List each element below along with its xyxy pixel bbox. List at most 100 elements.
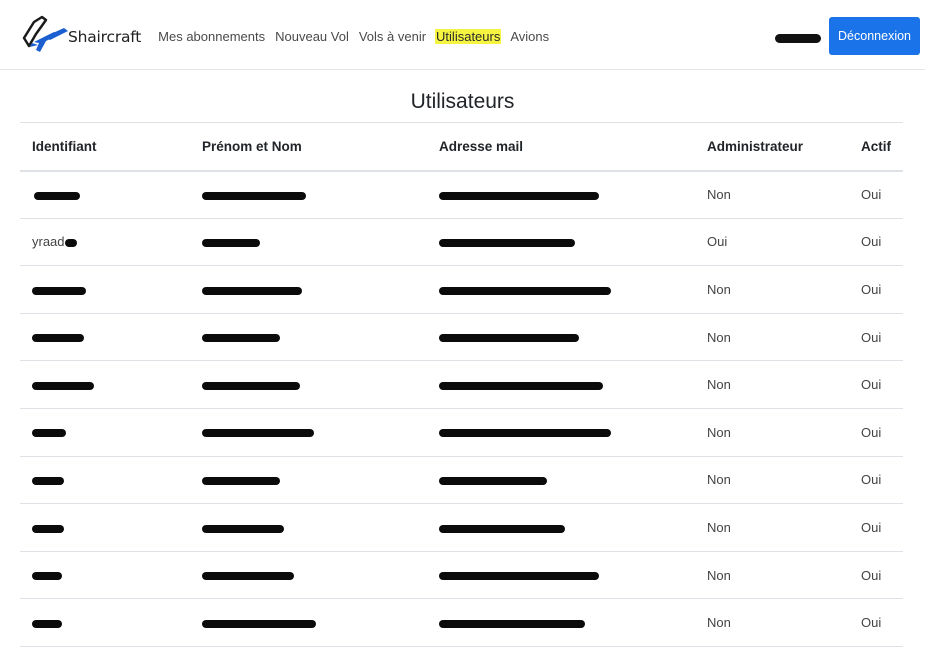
nav-links: Mes abonnements Nouveau Vol Vols à venir… xyxy=(157,29,558,44)
cell-identifiant xyxy=(20,503,190,552)
redaction-mark xyxy=(202,476,280,485)
nav-link-utilisateurs[interactable]: Utilisateurs xyxy=(435,29,502,44)
top-navbar: Shaircraft Mes abonnements Nouveau Vol V… xyxy=(0,0,925,70)
cell-name-link[interactable] xyxy=(190,456,427,505)
cell-email xyxy=(427,456,695,505)
redaction-mark xyxy=(202,334,280,343)
cell-email xyxy=(427,313,695,362)
cell-identifiant xyxy=(20,265,190,314)
cell-email xyxy=(427,408,695,457)
cell-name-link[interactable] xyxy=(190,598,427,647)
table-row: Non Oui xyxy=(20,170,903,219)
cell-email xyxy=(427,170,695,219)
cell-name-link[interactable] xyxy=(190,551,427,600)
brand-name: Shaircraft xyxy=(68,27,142,46)
brand[interactable]: Shaircraft xyxy=(20,0,141,70)
cell-name-link[interactable] xyxy=(190,218,427,267)
cell-active: Oui xyxy=(849,313,903,362)
header-actif: Actif xyxy=(849,122,903,172)
cell-name-link[interactable] xyxy=(190,408,427,457)
redacted-username xyxy=(775,33,822,43)
table-row: Non Oui xyxy=(20,503,903,552)
cell-admin: Non xyxy=(695,551,849,600)
cell-active: Oui xyxy=(849,503,903,552)
airplane-logo-icon xyxy=(20,12,72,58)
cell-name-link[interactable] xyxy=(190,360,427,409)
cell-identifiant xyxy=(20,408,190,457)
redaction-mark xyxy=(439,619,585,628)
table-body: Non Oui yraad Oui Oui Non Oui Non Oui No… xyxy=(20,170,903,647)
redaction-mark xyxy=(439,286,611,295)
redaction-mark xyxy=(439,524,565,533)
cell-admin: Non xyxy=(695,456,849,505)
table-row: yraad Oui Oui xyxy=(20,218,903,267)
redaction-mark xyxy=(202,619,316,628)
table-row: Non Oui xyxy=(20,408,903,457)
cell-identifiant: yraad xyxy=(20,218,190,267)
navbar-right: Déconnexion xyxy=(775,17,920,55)
redaction-mark xyxy=(34,191,80,200)
cell-identifiant xyxy=(20,456,190,505)
redaction-mark xyxy=(202,429,314,438)
cell-active: Oui xyxy=(849,598,903,647)
cell-admin: Non xyxy=(695,360,849,409)
cell-admin: Non xyxy=(695,265,849,314)
redaction-mark xyxy=(32,476,64,485)
redaction-mark xyxy=(439,191,599,200)
cell-identifiant xyxy=(20,360,190,409)
redaction-mark xyxy=(202,381,300,390)
cell-identifiant xyxy=(20,170,190,219)
cell-name-link[interactable] xyxy=(190,313,427,362)
cell-admin: Non xyxy=(695,598,849,647)
redaction-mark xyxy=(439,238,575,247)
redaction-mark xyxy=(32,429,66,438)
cell-active: Oui xyxy=(849,218,903,267)
redaction-mark xyxy=(439,572,599,581)
redaction-mark xyxy=(202,238,260,247)
cell-email xyxy=(427,598,695,647)
cell-admin: Non xyxy=(695,503,849,552)
cell-name-link[interactable] xyxy=(190,170,427,219)
logout-button[interactable]: Déconnexion xyxy=(829,17,920,55)
table-row: Non Oui xyxy=(20,551,903,600)
cell-name-link[interactable] xyxy=(190,265,427,314)
redaction-mark xyxy=(202,191,306,200)
cell-identifiant xyxy=(20,551,190,600)
table-header-row: Identifiant Prénom et Nom Adresse mail A… xyxy=(20,122,903,172)
cell-identifiant xyxy=(20,313,190,362)
cell-admin: Non xyxy=(695,170,849,219)
nav-link-nouveau-vol[interactable]: Nouveau Vol xyxy=(274,29,350,44)
header-adresse-mail: Adresse mail xyxy=(427,122,695,172)
redaction-mark xyxy=(439,381,603,390)
redaction-mark xyxy=(32,619,62,628)
page-title: Utilisateurs xyxy=(410,90,515,113)
redaction-mark xyxy=(202,286,302,295)
redaction-mark xyxy=(439,429,611,438)
cell-email xyxy=(427,265,695,314)
nav-link-vols-a-venir[interactable]: Vols à venir xyxy=(358,29,427,44)
nav-link-mes-abonnements[interactable]: Mes abonnements xyxy=(157,29,266,44)
table-row: Non Oui xyxy=(20,265,903,314)
cell-active: Oui xyxy=(849,265,903,314)
cell-active: Oui xyxy=(849,551,903,600)
nav-link-avions[interactable]: Avions xyxy=(509,29,550,44)
redaction-mark xyxy=(439,334,579,343)
cell-email xyxy=(427,503,695,552)
header-administrateur: Administrateur xyxy=(695,122,849,172)
table-row: Non Oui xyxy=(20,313,903,362)
cell-email xyxy=(427,218,695,267)
redaction-mark xyxy=(32,334,84,343)
cell-email xyxy=(427,551,695,600)
cell-admin: Non xyxy=(695,313,849,362)
redaction-mark xyxy=(439,476,547,485)
table-row: Non Oui xyxy=(20,456,903,505)
cell-name-link[interactable] xyxy=(190,503,427,552)
redaction-mark xyxy=(64,238,77,247)
redaction-mark xyxy=(202,572,294,581)
header-identifiant: Identifiant xyxy=(20,122,190,172)
cell-admin: Non xyxy=(695,408,849,457)
redaction-mark xyxy=(32,572,62,581)
cell-active: Oui xyxy=(849,456,903,505)
table-row: Non Oui xyxy=(20,360,903,409)
users-table: Identifiant Prénom et Nom Adresse mail A… xyxy=(20,122,903,647)
